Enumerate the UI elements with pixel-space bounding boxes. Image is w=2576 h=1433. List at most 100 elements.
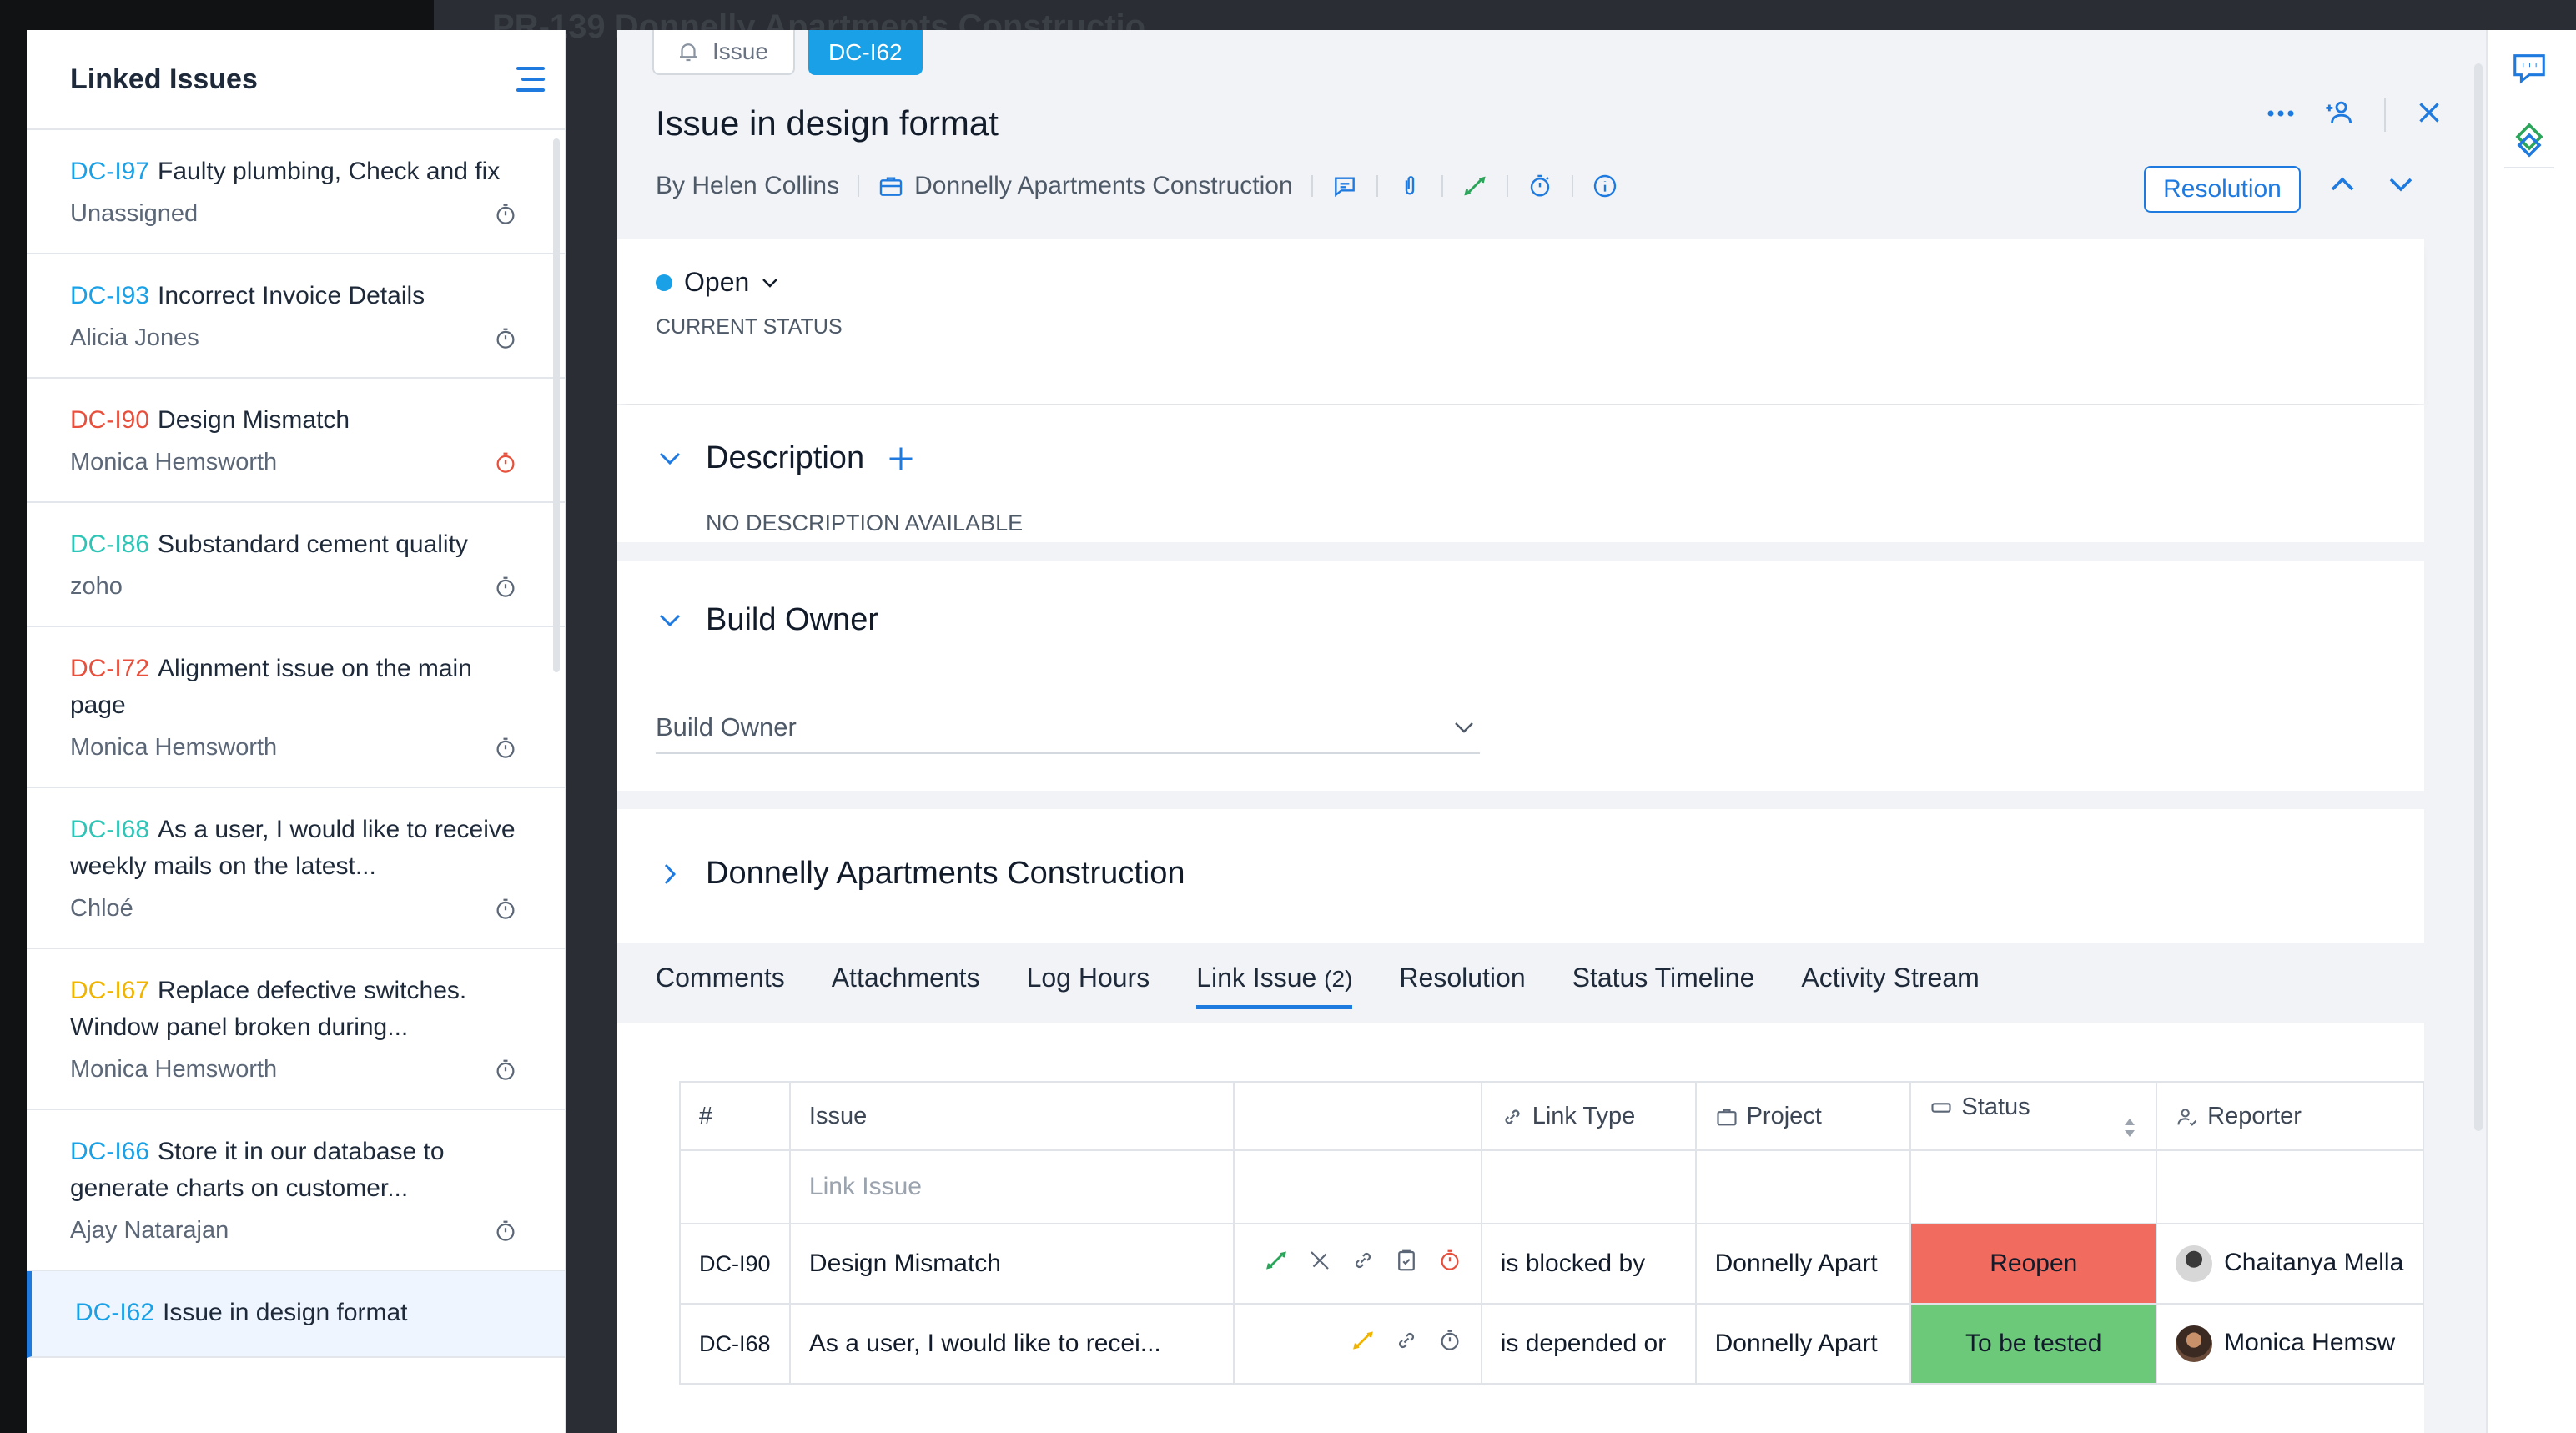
list-menu-icon[interactable] [513,67,545,92]
timer-icon[interactable] [493,326,518,351]
col-header-project: Project [1694,1081,1912,1151]
sort-icon[interactable] [2122,1117,2137,1139]
tab-label: Activity Stream [1801,963,1980,993]
meta-separator [1376,175,1378,197]
tab-resolution[interactable]: Resolution [1399,963,1525,1009]
timer-icon[interactable] [493,736,518,761]
row-reporter: Monica Hemsw [2156,1303,2424,1385]
col-header-status[interactable]: Status [1909,1081,2158,1151]
timer-icon[interactable] [493,1058,518,1083]
list-item[interactable]: DC-I67 Replace defective switches. Window… [27,949,565,1110]
feedback-button[interactable] [2508,47,2551,90]
status-dropdown[interactable]: Open [656,267,779,298]
description-header[interactable]: Description [656,440,916,476]
timer-icon[interactable] [493,202,518,227]
left-panel-scrollbar[interactable] [553,138,560,672]
bell-icon [680,43,697,62]
assign-user-icon[interactable] [2324,97,2356,133]
list-item[interactable]: DC-I68 As a user, I would like to receive… [27,788,565,949]
attachment-icon[interactable] [1396,173,1423,199]
row-status[interactable]: To be tested [1909,1303,2158,1385]
timer-icon[interactable] [493,897,518,922]
list-item[interactable]: DC-I72 Alignment issue on the main page Mo… [27,627,565,788]
list-item[interactable]: DC-I93 Incorrect Invoice Details Alicia Jo… [27,254,565,379]
row-id[interactable]: DC-I90 [679,1223,791,1305]
build-owner-select[interactable]: Build Owner [656,702,1480,754]
rail-separator [2504,167,2554,168]
row-status[interactable]: Reopen [1909,1223,2158,1305]
tab-comments[interactable]: Comments [656,963,785,1009]
list-item-meta: Ajay Natarajan [70,1217,518,1244]
info-icon[interactable] [1592,173,1618,199]
row-issue-title[interactable]: Design Mismatch [788,1223,1235,1305]
resolution-button[interactable]: Resolution [2144,166,2301,213]
previous-issue-icon[interactable] [2327,172,2357,201]
actions-separator [2384,98,2386,132]
modal-scrollbar[interactable] [2474,63,2483,1131]
list-item-label: Issue in design format [163,1299,408,1326]
row-link-type[interactable]: is depended or [1480,1303,1697,1385]
tab-attachments[interactable]: Attachments [832,963,980,1009]
list-item[interactable]: DC-I97 Faulty plumbing, Check and fix Unas… [27,130,565,254]
link-icon[interactable] [1264,1248,1289,1280]
comment-icon[interactable] [1331,173,1358,199]
timer-icon[interactable] [1437,1328,1462,1360]
close-icon[interactable] [2414,98,2444,132]
tab-label: Link Issue [1196,963,1317,993]
list-item-title: DC-I62 Issue in design format [75,1295,518,1331]
tab-activity-stream[interactable]: Activity Stream [1801,963,1979,1009]
list-item[interactable]: DC-I62 Issue in design format [27,1271,565,1358]
row-issue-title[interactable]: As a user, I would like to recei... [788,1303,1235,1385]
integration-button[interactable] [2508,118,2551,162]
list-item-title: DC-I97 Faulty plumbing, Check and fix [70,153,518,190]
row-action-group [1253,1328,1462,1360]
header-actions [2266,97,2444,133]
more-options-icon[interactable] [2266,108,2296,123]
right-rail [2486,30,2576,1433]
link-issue-input[interactable]: Link Issue [788,1149,1235,1224]
list-item[interactable]: DC-I86 Substandard cement quality zoho [27,503,565,627]
unlink-icon[interactable] [1307,1248,1332,1280]
tab-log-hours[interactable]: Log Hours [1027,963,1150,1009]
list-item-assignee: Unassigned [70,200,199,227]
row-id[interactable]: DC-I68 [679,1303,791,1385]
issue-project-link[interactable]: Donnelly Apartments Construction [878,172,1293,200]
chain-icon[interactable] [1351,1248,1376,1280]
table-row[interactable]: DC-I68 As a user, I would like to recei..… [679,1303,2424,1385]
timer-icon[interactable] [1437,1248,1462,1280]
tab-label: Attachments [831,963,980,993]
list-item-title: DC-I67 Replace defective switches. Window… [70,973,518,1046]
list-item-meta: Monica Hemsworth [70,449,518,476]
chain-icon[interactable] [1394,1328,1419,1360]
row-action-icons [1232,1223,1482,1305]
timer-icon[interactable] [493,1219,518,1244]
col-header-reporter: Reporter [2156,1081,2424,1151]
timer-icon[interactable] [493,575,518,600]
list-item[interactable]: DC-I66 Store it in our database to genera… [27,1110,565,1271]
issue-title[interactable]: Issue in design format [656,103,999,143]
next-issue-icon[interactable] [2386,172,2416,201]
project-section-header[interactable]: Donnelly Apartments Construction [656,856,1185,892]
build-owner-header[interactable]: Build Owner [656,602,878,638]
tab-label: Resolution [1399,963,1526,993]
row-link-type[interactable]: is blocked by [1480,1223,1697,1305]
tab-link-issue[interactable]: Link Issue (2) [1196,963,1353,1009]
link-icon[interactable] [1351,1328,1376,1360]
tab-status-timeline[interactable]: Status Timeline [1572,963,1755,1009]
list-item-meta: Alicia Jones [70,324,518,352]
col-header-project-label: Project [1746,1102,1822,1129]
timer-icon[interactable] [1527,173,1553,199]
list-item-assignee: Monica Hemsworth [70,449,278,475]
checklist-icon[interactable] [1394,1248,1419,1280]
status-value: Open [684,267,750,297]
list-item-id: DC-I90 [70,406,150,434]
timer-icon[interactable] [493,450,518,475]
link-icon[interactable] [1462,173,1488,199]
input-row-empty-cell [1694,1149,1912,1224]
table-row[interactable]: DC-I90 Design Mismatch is blocked by Donnel… [679,1223,2424,1305]
issue-detail-modal: Issue DC-I62 Issue in design format By H… [617,30,2486,1433]
list-item[interactable]: DC-I90 Design Mismatch Monica Hemsworth [27,379,565,503]
add-description-icon[interactable] [886,444,916,474]
briefcase-icon [1717,1109,1737,1126]
list-item-title: DC-I66 Store it in our database to genera… [70,1134,518,1207]
